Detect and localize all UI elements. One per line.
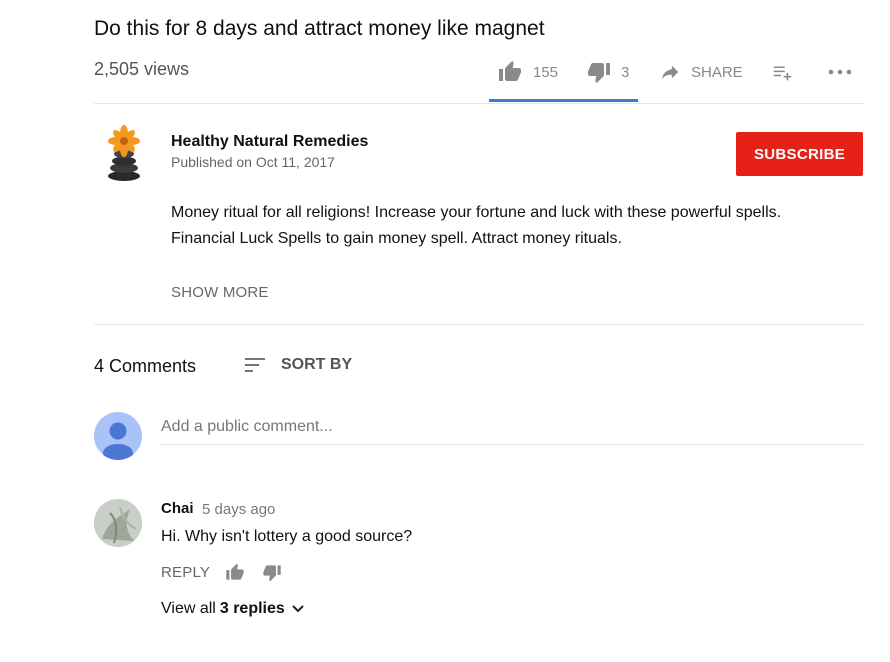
divider-middle — [94, 324, 864, 325]
publish-date: Published on Oct 11, 2017 — [171, 154, 335, 170]
reply-button[interactable]: REPLY — [161, 564, 210, 581]
add-to-playlist-button[interactable] — [771, 61, 793, 83]
like-button[interactable]: 155 — [497, 60, 558, 84]
comment-like-button[interactable] — [225, 563, 245, 587]
more-horizontal-icon — [828, 69, 852, 75]
comment-author[interactable]: Chai — [161, 500, 194, 517]
divider-top — [94, 103, 864, 104]
thumb-up-icon — [226, 563, 244, 580]
sentiment-bar — [489, 99, 638, 102]
view-replies-count: 3 replies — [219, 600, 285, 617]
view-count: 2,505 views — [94, 59, 190, 79]
comment-count: 4 Comments — [94, 356, 197, 376]
video-description: Money ritual for all religions! Increase… — [171, 200, 851, 252]
comment-dislike-button[interactable] — [262, 563, 282, 587]
sort-by-label: SORT BY — [281, 356, 353, 373]
user-avatar — [94, 412, 142, 460]
comment-time[interactable]: 5 days ago — [202, 501, 275, 518]
more-actions-button[interactable] — [827, 67, 853, 77]
thumb-down-icon — [588, 63, 610, 83]
comment-text: Hi. Why isn't lottery a good source? — [161, 528, 413, 545]
thumb-up-icon — [499, 61, 521, 81]
share-arrow-icon — [661, 65, 679, 80]
commenter-avatar[interactable] — [94, 499, 142, 547]
video-title: Do this for 8 days and attract money lik… — [94, 17, 545, 40]
dislike-count: 3 — [621, 63, 630, 81]
share-label: SHARE — [691, 63, 743, 81]
description-line: Money ritual for all religions! Increase… — [171, 204, 782, 221]
channel-avatar[interactable] — [101, 124, 147, 182]
sort-by-button[interactable]: SORT BY — [244, 355, 352, 375]
view-replies-button[interactable]: View all 3 replies — [161, 600, 305, 618]
add-to-playlist-icon — [773, 66, 792, 81]
dislike-button[interactable]: 3 — [586, 60, 629, 84]
thumb-down-icon — [263, 565, 281, 582]
view-replies-prefix: View all — [161, 600, 216, 617]
chevron-down-icon — [292, 605, 304, 613]
share-button[interactable]: SHARE — [659, 61, 743, 83]
like-count: 155 — [533, 63, 559, 81]
comment-input[interactable] — [160, 412, 864, 445]
channel-name[interactable]: Healthy Natural Remedies — [171, 133, 368, 151]
show-more-button[interactable]: SHOW MORE — [171, 284, 269, 301]
subscribe-button[interactable]: SUBSCRIBE — [736, 132, 863, 176]
sort-icon — [245, 358, 265, 372]
description-line: Financial Luck Spells to gain money spel… — [171, 230, 622, 247]
